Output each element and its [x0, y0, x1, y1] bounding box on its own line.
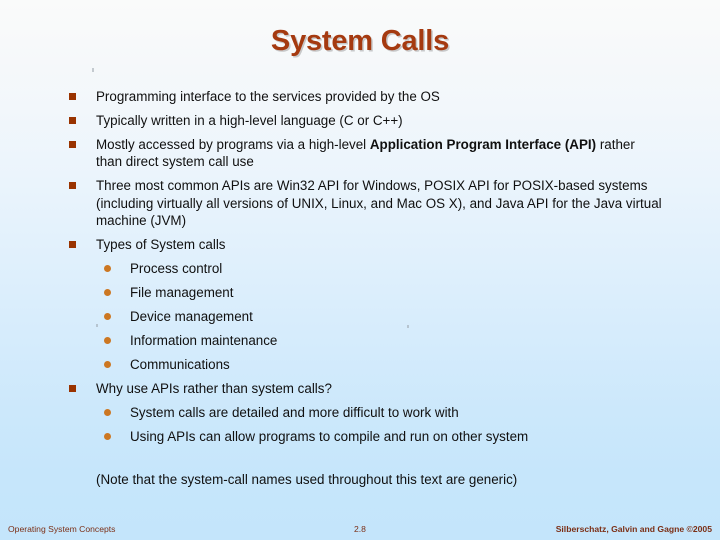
footer-copyright: Silberschatz, Galvin and Gagne ©2005	[555, 524, 712, 534]
bullet-item: Typically written in a high-level langua…	[0, 112, 720, 129]
sub-bullet-item: Device management	[0, 308, 720, 325]
sub-bullet-item: Communications	[0, 356, 720, 373]
bullet-text: Process control	[130, 261, 223, 277]
bullet-item: Programming interface to the services pr…	[0, 88, 720, 105]
bullet-text: Why use APIs rather than system calls?	[96, 381, 332, 397]
bullet-text: Communications	[130, 357, 230, 373]
slide-canvas: System Calls Programming interface to th…	[0, 0, 720, 540]
sub-bullet-item: Process control	[0, 260, 720, 277]
bullet-text-segment: Mostly accessed by programs via a high-l…	[96, 137, 370, 152]
bullet-text-emphasis: Application Program Interface (API)	[369, 137, 597, 152]
bullet-text: Information maintenance	[130, 333, 278, 349]
sub-bullet-marker-icon	[104, 313, 111, 321]
bullet-marker-icon	[69, 241, 76, 249]
bullet-text: Programming interface to the services pr…	[96, 89, 440, 104]
bullet-text: Types of System calls	[96, 237, 226, 253]
sub-bullet-marker-icon	[104, 337, 111, 345]
scan-speck	[92, 68, 94, 72]
sub-bullet-item: System calls are detailed and more diffi…	[0, 404, 720, 421]
bullet-marker-icon	[69, 182, 76, 190]
sub-bullet-marker-icon	[104, 409, 111, 417]
bullet-text: Typically written in a high-level langua…	[96, 113, 403, 128]
generic-names-note: (Note that the system-call names used th…	[96, 471, 518, 487]
sub-bullet-marker-icon	[104, 289, 111, 297]
bullet-text: Three most common APIs are Win32 API for…	[96, 178, 662, 229]
bullet-list: Programming interface to the services pr…	[0, 88, 720, 488]
bullet-text: File management	[130, 285, 234, 301]
bullet-text: System calls are detailed and more diffi…	[130, 405, 459, 421]
bullet-item: Types of System calls	[0, 236, 720, 253]
bullet-marker-icon	[69, 385, 76, 393]
slide-footer: Operating System Concepts 2.8 Silberscha…	[0, 510, 720, 540]
sub-bullet-marker-icon	[104, 265, 111, 273]
sub-bullet-item: Using APIs can allow programs to compile…	[0, 428, 720, 445]
bullet-item: Three most common APIs are Win32 API for…	[0, 177, 720, 229]
bullet-marker-icon	[69, 117, 76, 124]
bullet-marker-icon	[69, 141, 76, 148]
sub-bullet-marker-icon	[104, 433, 111, 441]
bullet-text: Mostly accessed by programs via a high-l…	[96, 137, 635, 169]
bullet-marker-icon	[69, 93, 76, 100]
bullet-text: Device management	[130, 309, 253, 325]
sub-bullet-item: Information maintenance	[0, 332, 720, 349]
bullet-item: Mostly accessed by programs via a high-l…	[0, 136, 720, 171]
page-title: System Calls	[270, 25, 450, 57]
bullet-item: Why use APIs rather than system calls?	[0, 380, 720, 397]
sub-bullet-item: File management	[0, 284, 720, 301]
bullet-text: Using APIs can allow programs to compile…	[130, 429, 529, 445]
sub-bullet-marker-icon	[104, 361, 111, 369]
